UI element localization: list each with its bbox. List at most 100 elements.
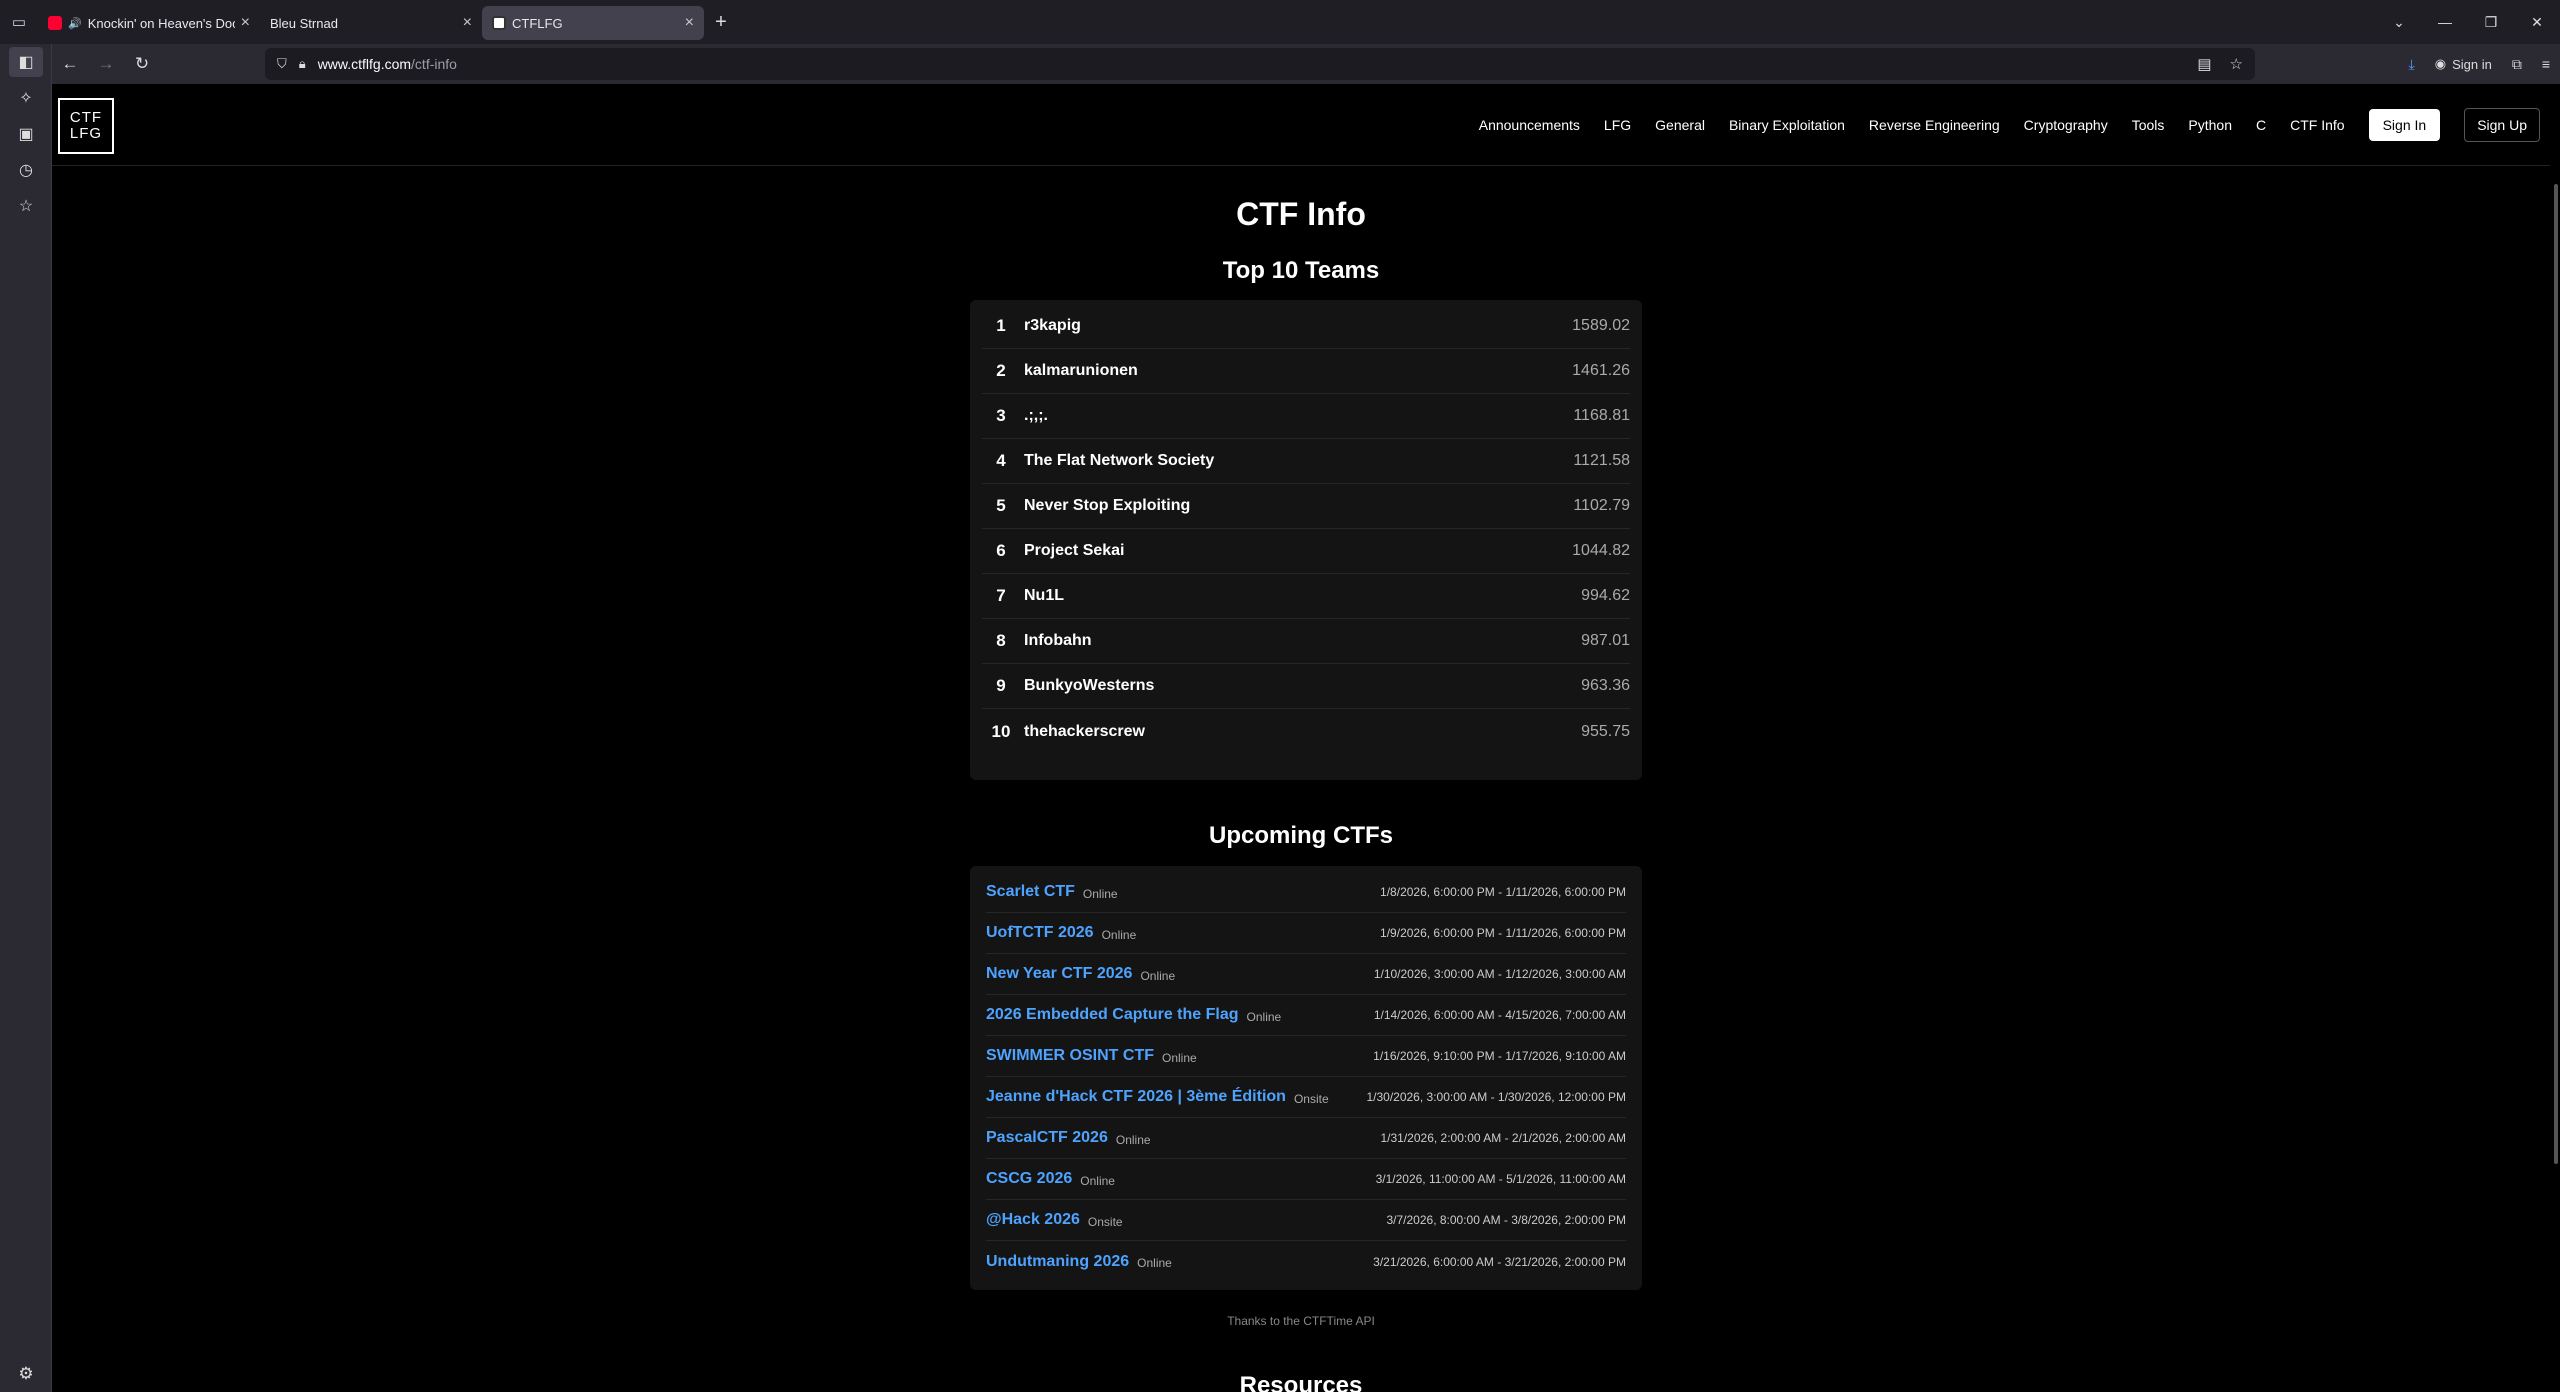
team-score: 955.75 [1581, 722, 1630, 740]
page-scrollbar[interactable] [2550, 84, 2560, 1392]
nav-c[interactable]: C [2256, 117, 2266, 133]
logo-line2: LFG [69, 125, 103, 142]
ctf-dates: 3/21/2026, 6:00:00 AM - 3/21/2026, 2:00:… [1373, 1254, 1626, 1269]
lock-icon[interactable]: 🔒︎ [299, 56, 306, 72]
nav-cryptography[interactable]: Cryptography [2024, 117, 2108, 133]
tab-title: Knockin' on Heaven's Door [87, 15, 235, 31]
team-rank: 4 [996, 451, 1006, 470]
ctf-link[interactable]: UofTCTF 2026 [986, 924, 1094, 942]
team-score: 1044.82 [1572, 542, 1630, 559]
ctf-link[interactable]: PascalCTF 2026 [986, 1129, 1108, 1147]
browser-tab-2[interactable]: Bleu Strnad × [260, 6, 482, 40]
nav-ctf-info[interactable]: CTF Info [2290, 117, 2344, 133]
account-signin-button[interactable]: ◉ Sign in [2435, 56, 2492, 72]
url-bar[interactable]: ⛉ 🔒︎ www.ctflfg.com/ctf-info ▤ ☆ [265, 48, 2255, 80]
back-icon[interactable]: ← [52, 48, 88, 80]
shield-icon[interactable]: ⛉ [277, 56, 287, 72]
chevron-down-icon[interactable]: ⌄ [2376, 14, 2422, 31]
team-rank: 7 [996, 586, 1006, 605]
synced-tabs-icon[interactable]: ▣ [0, 116, 52, 152]
ctf-link[interactable]: Scarlet CTF [986, 883, 1075, 901]
new-tab-button[interactable]: + [704, 11, 738, 34]
restore-icon[interactable]: ❐ [2468, 14, 2514, 31]
ctf-link[interactable]: New Year CTF 2026 [986, 965, 1132, 983]
speaker-icon[interactable]: 🔊 [68, 17, 82, 30]
ctf-row: Undutmaning 2026 Online 3/21/2026, 6:00:00… [986, 1241, 1626, 1282]
ctf-link[interactable]: Jeanne d'Hack CTF 2026 | 3ème Édition [986, 1088, 1286, 1106]
window-controls: ⌄ — ❐ ✕ [2376, 0, 2560, 44]
top-teams-card: 1 r3kapig 1589.02 2 kalmarunionen 1461.26 3.… [970, 300, 1642, 780]
site-logo[interactable]: CTF LFG [58, 98, 114, 154]
ctf-link[interactable]: @Hack 2026 [986, 1211, 1080, 1229]
sidebar-toggle-icon[interactable]: ◧ [9, 47, 43, 77]
ctf-row: UofTCTF 2026 Online 1/9/2026, 6:00:00 PM -… [986, 913, 1626, 954]
sign-up-button[interactable]: Sign Up [2464, 108, 2540, 142]
team-name: Infobahn [1024, 632, 1092, 649]
nav-announcements[interactable]: Announcements [1479, 117, 1580, 133]
extensions-icon[interactable]: ⧉ [2512, 56, 2522, 73]
site-nav: Announcements LFG General Binary Exploit… [1455, 108, 2540, 142]
tab-title: CTFLFG [512, 15, 563, 31]
url-host: www.ctflfg.com [317, 56, 412, 72]
team-row: 5 Never Stop Exploiting 1102.79 [982, 484, 1630, 529]
forward-icon[interactable]: → [88, 48, 124, 80]
bookmarks-star-icon[interactable]: ☆ [0, 188, 52, 224]
team-score: 1168.81 [1573, 407, 1630, 424]
nav-lfg[interactable]: LFG [1604, 117, 1631, 133]
tab-list-icon[interactable]: ▭ [0, 0, 38, 44]
top-teams-heading: Top 10 Teams [1222, 257, 1380, 284]
ctf-link[interactable]: Undutmaning 2026 [986, 1253, 1129, 1271]
reader-view-icon[interactable]: ▤ [2197, 55, 2211, 73]
ctf-dates: 1/8/2026, 6:00:00 PM - 1/11/2026, 6:00:0… [1380, 885, 1626, 899]
ai-sparkle-icon[interactable]: ✧ [0, 80, 52, 116]
nav-general[interactable]: General [1655, 117, 1705, 133]
ctf-row: @Hack 2026 Onsite 3/7/2026, 8:00:00 AM - 3… [986, 1200, 1626, 1241]
close-tab-icon[interactable]: × [685, 14, 694, 32]
history-icon[interactable]: ◷ [0, 152, 52, 188]
minimize-icon[interactable]: — [2422, 14, 2468, 30]
ctf-row: Scarlet CTF Online 1/8/2026, 6:00:00 PM - … [986, 872, 1626, 913]
menu-icon[interactable]: ≡ [2542, 56, 2550, 72]
scrollbar-thumb[interactable] [2554, 184, 2558, 1164]
reload-icon[interactable]: ↻ [124, 48, 160, 80]
close-tab-icon[interactable]: × [463, 14, 472, 32]
team-score: 987.01 [1581, 632, 1630, 649]
ctf-location: Online [1080, 1173, 1115, 1188]
nav-binary-exploitation[interactable]: Binary Exploitation [1729, 117, 1845, 133]
team-score: 963.36 [1581, 677, 1630, 694]
ctf-location: Onsite [1293, 1091, 1329, 1106]
ctftime-credit: Thanks to the CTFTime API [1227, 1314, 1375, 1328]
web-page: CTF LFG Announcements LFG General Binary… [52, 84, 2550, 1392]
team-row: 6 Project Sekai 1044.82 [982, 529, 1630, 574]
ctf-location: Online [1161, 1050, 1197, 1065]
ctf-link[interactable]: 2026 Embedded Capture the Flag [986, 1006, 1239, 1024]
tab-title: Bleu Strnad [270, 15, 338, 31]
team-rank: 1 [996, 316, 1006, 335]
nav-python[interactable]: Python [2188, 117, 2232, 133]
ctf-location: Onsite [1087, 1214, 1123, 1229]
team-row: 2 kalmarunionen 1461.26 [982, 349, 1630, 394]
team-rank: 6 [996, 541, 1006, 560]
team-score: 1461.26 [1572, 362, 1630, 379]
team-rank: 8 [996, 631, 1006, 650]
settings-gear-icon[interactable]: ⚙ [0, 1364, 52, 1384]
team-rank: 2 [996, 361, 1006, 380]
nav-tools[interactable]: Tools [2132, 117, 2165, 133]
ctf-row: Jeanne d'Hack CTF 2026 | 3ème Édition Ons… [986, 1077, 1626, 1118]
download-icon[interactable]: ⤓ [2409, 56, 2415, 73]
bookmark-star-icon[interactable]: ☆ [2230, 55, 2243, 73]
ctf-dates: 1/9/2026, 6:00:00 PM - 1/11/2026, 6:00:0… [1380, 926, 1626, 940]
ctf-dates: 1/30/2026, 3:00:00 AM - 1/30/2026, 12:00… [1366, 1090, 1626, 1104]
browser-nav-bar: ← → ↻ ⛉ 🔒︎ www.ctflfg.com/ctf-info ▤ ☆ ⤓… [0, 44, 2560, 84]
ctf-link[interactable]: CSCG 2026 [986, 1170, 1072, 1188]
sign-in-button[interactable]: Sign In [2368, 109, 2441, 141]
ctf-row: PascalCTF 2026 Online 1/31/2026, 2:00:00 A… [986, 1118, 1626, 1159]
browser-sidebar: ◧ ✧ ▣ ◷ ☆ ⚙ [0, 44, 52, 1392]
close-icon[interactable]: ✕ [2514, 14, 2560, 31]
browser-tab-3[interactable]: CTFLFG × [482, 6, 704, 40]
close-tab-icon[interactable]: × [241, 14, 250, 32]
ctflfg-icon [492, 16, 506, 30]
ctf-link[interactable]: SWIMMER OSINT CTF [986, 1047, 1154, 1065]
browser-tab-1[interactable]: 🔊 Knockin' on Heaven's Door × [38, 6, 260, 40]
nav-reverse-engineering[interactable]: Reverse Engineering [1869, 117, 2000, 133]
